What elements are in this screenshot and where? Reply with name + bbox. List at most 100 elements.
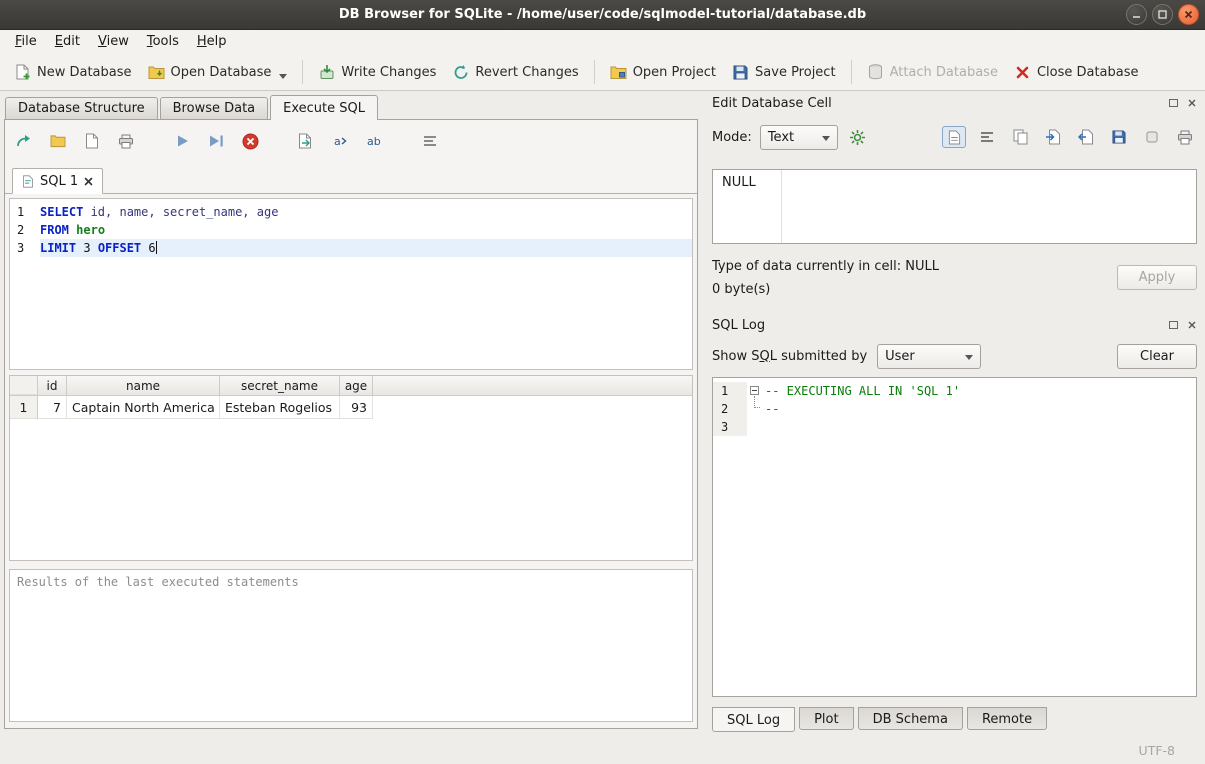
main-toolbar: New Database Open Database Write Changes… [0,54,1205,91]
log-comment: -- [765,400,779,418]
execute-line-icon [209,134,224,148]
save-as-icon [1112,130,1126,144]
minimize-button[interactable] [1126,4,1147,25]
revert-changes-icon [452,64,469,81]
new-sql-tab-button[interactable] [13,130,35,152]
save-sql-file-button[interactable] [81,130,103,152]
write-changes-button[interactable]: Write Changes [310,59,444,86]
auto-switch-mode-button[interactable] [846,126,870,148]
line-number: 2 [10,221,40,239]
tab-execute-sql[interactable]: Execute SQL [270,95,378,120]
mode-label: Mode: [712,130,752,145]
save-project-button[interactable]: Save Project [724,59,844,86]
sql-tab-close-icon[interactable] [84,177,93,186]
execute-all-button[interactable] [171,130,193,152]
stop-button[interactable] [239,130,261,152]
cell-editor-divider [781,170,782,243]
export-button[interactable] [1074,126,1098,148]
save-as-button[interactable] [1107,126,1131,148]
import-button[interactable] [1041,126,1065,148]
results-grid-header: id name secret_name age [10,376,692,396]
close-panel-button[interactable] [1186,320,1197,331]
close-database-button[interactable]: Close Database [1006,59,1147,86]
sql-keyword: FROM [40,223,69,237]
menu-edit[interactable]: Edit [46,32,89,52]
column-header-id[interactable]: id [38,376,67,395]
cell-secret-name[interactable]: Esteban Rogelios [220,396,340,419]
cell-name[interactable]: Captain North America [67,396,220,419]
sql-log-view[interactable]: 1 -- EXECUTING ALL IN 'SQL 1' 2 -- 3 [712,377,1197,697]
menu-help[interactable]: Help [188,32,236,52]
table-row[interactable]: 1 7 Captain North America Esteban Rogeli… [10,396,692,419]
execution-results-pane[interactable]: Results of the last executed statements [9,569,693,722]
open-database-icon [148,64,165,81]
results-grid[interactable]: id name secret_name age 1 7 Captain Nort… [9,375,693,561]
open-project-button[interactable]: Open Project [602,59,724,86]
float-panel-button[interactable] [1168,98,1179,109]
column-header-name[interactable]: name [67,376,220,395]
close-button[interactable] [1178,4,1199,25]
word-wrap-button[interactable] [975,126,999,148]
execute-line-button[interactable] [205,130,227,152]
cell-content-editor[interactable]: NULL [712,169,1197,244]
submitter-combobox[interactable]: User [877,344,981,369]
dock-tab-bar: SQL Log Plot DB Schema Remote [712,707,1047,732]
menu-view[interactable]: View [89,32,138,52]
encoding-indicator[interactable]: UTF-8 [1139,743,1175,758]
set-null-button[interactable] [1140,126,1164,148]
export-icon [1078,129,1094,145]
column-header-age[interactable]: age [340,376,373,395]
gear-icon [849,129,866,146]
menu-file[interactable]: File [6,32,46,52]
tab-remote[interactable]: Remote [967,707,1047,730]
fold-collapse-icon[interactable] [750,386,759,395]
close-panel-icon [1188,321,1196,329]
editor-line-current: 3 LIMIT 3 OFFSET 6 [10,239,692,257]
float-panel-button[interactable] [1168,320,1179,331]
maximize-icon [1158,10,1167,19]
text-view-button[interactable] [942,126,966,148]
open-database-dropdown-icon[interactable] [279,74,287,79]
tab-sql-log[interactable]: SQL Log [712,707,795,732]
open-sql-file-button[interactable] [47,130,69,152]
sql-log-filter-row: Show SQL submitted by User Clear [712,342,1197,370]
tab-plot[interactable]: Plot [799,707,854,730]
sql-tab-1[interactable]: SQL 1 [12,168,103,194]
text-cursor [156,241,157,254]
copy-button[interactable] [1008,126,1032,148]
clear-button[interactable]: Clear [1117,344,1197,369]
window-controls [1126,4,1199,25]
tab-database-structure[interactable]: Database Structure [5,97,158,119]
sql-keyword: LIMIT [40,241,76,255]
print-cell-button[interactable] [1173,126,1197,148]
print-sql-button[interactable] [115,130,137,152]
open-in-new-tab-button[interactable] [295,130,317,152]
autocomplete-button[interactable]: a [329,130,351,152]
open-database-button[interactable]: Open Database [140,59,296,86]
column-header-secret-name[interactable]: secret_name [220,376,340,395]
close-panel-button[interactable] [1186,98,1197,109]
autocomplete-icon: a [333,134,348,148]
close-panel-icon [1188,99,1196,107]
new-database-button[interactable]: New Database [6,59,140,86]
titlebar[interactable]: DB Browser for SQLite - /home/user/code/… [0,0,1205,30]
tab-db-schema[interactable]: DB Schema [858,707,963,730]
sql-editor[interactable]: 1 SELECT id, name, secret_name, age 2 FR… [9,198,693,370]
mode-combobox[interactable]: Text [760,125,838,150]
tab-browse-data[interactable]: Browse Data [160,97,269,119]
log-line: 1 -- EXECUTING ALL IN 'SQL 1' [713,382,1196,400]
attach-database-button: Attach Database [859,59,1006,86]
format-sql-button[interactable] [419,130,441,152]
menu-tools[interactable]: Tools [138,32,188,52]
attach-database-icon [867,64,884,81]
find-replace-button[interactable]: ab [363,130,385,152]
cell-age[interactable]: 93 [340,396,373,419]
new-sql-tab-icon [16,134,32,148]
edit-cell-header: Edit Database Cell [712,93,1197,113]
app-window: DB Browser for SQLite - /home/user/code/… [0,0,1205,764]
revert-changes-button[interactable]: Revert Changes [444,59,586,86]
header-corner [10,376,38,395]
cell-id[interactable]: 7 [38,396,67,419]
sql-tab-label: SQL 1 [40,174,78,189]
maximize-button[interactable] [1152,4,1173,25]
